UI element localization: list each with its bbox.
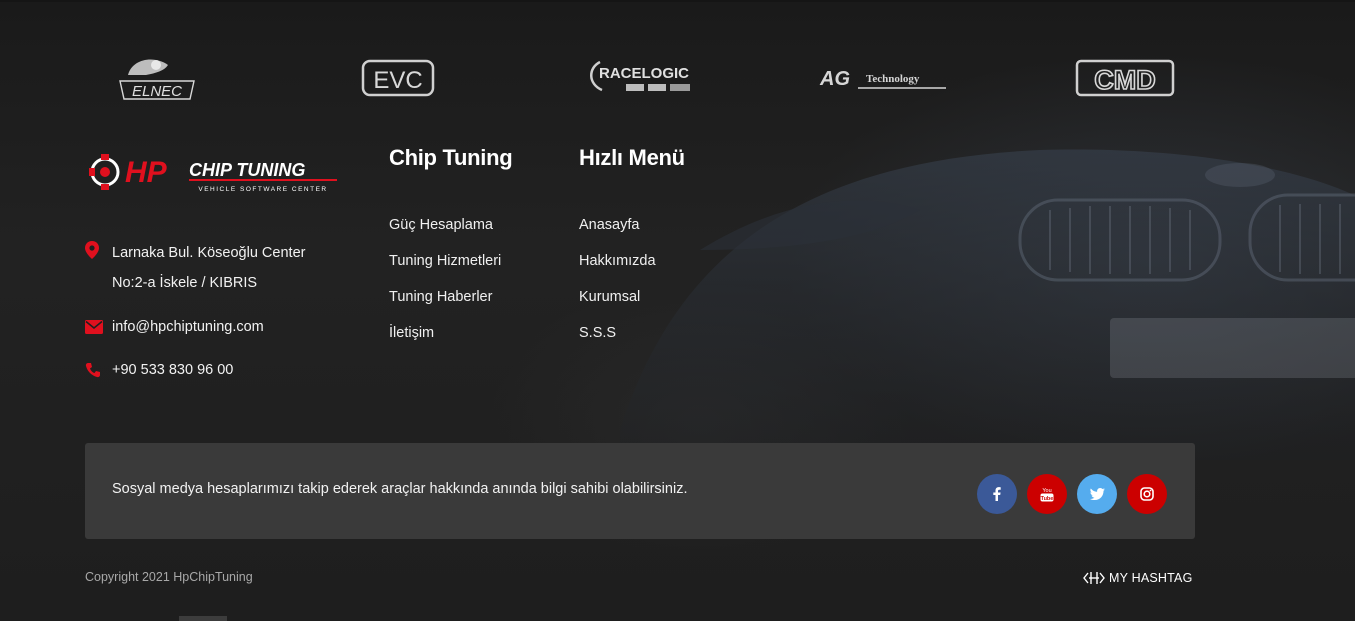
social-media-bar: Sosyal medya hesaplarımızı takip ederek … [85,443,1195,539]
facebook-button[interactable] [977,474,1017,514]
svg-text:EVC: EVC [373,67,422,94]
menu-item-hakkimizda[interactable]: Hakkımızda [579,251,685,287]
phone-icon [85,355,112,385]
chip-tuning-title: Chip Tuning [389,145,513,170]
menu-item-sss[interactable]: S.S.S [579,323,685,359]
chip-tuning-menu: Chip Tuning Güç Hesaplama Tuning Hizmetl… [389,145,513,359]
scroll-indicator[interactable] [179,616,227,621]
quick-menu-title: Hızlı Menü [579,145,685,170]
myhashtag-logo-icon [1083,572,1105,584]
svg-text:ELNEC: ELNEC [132,83,182,100]
menu-item-iletisim[interactable]: İletişim [389,323,512,359]
svg-text:CMD: CMD [1094,65,1156,95]
car-background-image [620,149,1355,460]
svg-text:Technology: Technology [866,73,920,85]
svg-text:RACELOGIC: RACELOGIC [599,65,689,82]
copyright-text: Copyright 2021 HpChipTuning [85,570,253,584]
svg-text:HP: HP [125,156,168,189]
contact-phone[interactable]: +90 533 830 96 00 [85,355,365,385]
top-divider [0,0,1355,2]
menu-item-anasayfa[interactable]: Anasayfa [579,215,685,251]
brand-cmd-logo[interactable]: CMD [1055,50,1195,106]
brand-evc-logo[interactable]: EVC [328,50,468,106]
myhashtag-text: MY HASHTAG [1109,571,1193,585]
brand-racelogic-logo[interactable]: RACELOGIC [570,50,710,106]
hp-chip-tuning-logo[interactable]: HP CHIP TUNING VEHICLE SOFTWARE CENTER [85,148,355,196]
gear-emblem-icon [89,154,120,190]
svg-text:VEHICLE SOFTWARE CENTER: VEHICLE SOFTWARE CENTER [198,186,327,193]
partner-brands: ELNEC EVC RACELOGIC AG Technology CMD [85,50,1195,106]
svg-text:CHIP TUNING: CHIP TUNING [189,160,305,180]
phone-link[interactable]: +90 533 830 96 00 [112,355,233,385]
social-icons: You Tube [977,474,1167,514]
youtube-button[interactable]: You Tube [1027,474,1067,514]
menu-item-tuning-hizmetleri[interactable]: Tuning Hizmetleri [389,251,512,287]
contact-email[interactable]: info@hpchiptuning.com [85,312,365,342]
contact-address: Larnaka Bul. Köseoğlu Center No:2-a İske… [85,238,365,298]
twitter-icon [1089,488,1105,500]
myhashtag-agency-logo[interactable]: MY HASHTAG [1083,571,1193,585]
instagram-icon [1140,487,1154,501]
mail-icon [85,312,112,342]
address-line-1: Larnaka Bul. Köseoğlu Center [112,245,306,261]
youtube-icon: You Tube [1040,488,1054,502]
address-line-2: No:2-a İskele / KIBRIS [112,275,258,291]
brand-ag-technology-logo[interactable]: AG Technology [813,50,953,106]
email-link[interactable]: info@hpchiptuning.com [112,312,264,342]
svg-text:AG: AG [819,68,850,90]
svg-text:Tube: Tube [1041,496,1054,502]
quick-menu: Hızlı Menü Anasayfa Hakkımızda Kurumsal … [579,145,685,359]
menu-item-kurumsal[interactable]: Kurumsal [579,287,685,323]
social-media-text: Sosyal medya hesaplarımızı takip ederek … [112,481,688,497]
menu-item-tuning-haberler[interactable]: Tuning Haberler [389,287,512,323]
instagram-button[interactable] [1127,474,1167,514]
menu-item-guc-hesaplama[interactable]: Güç Hesaplama [389,215,512,251]
svg-text:You: You [1042,488,1051,494]
facebook-icon [993,487,1001,501]
twitter-button[interactable] [1077,474,1117,514]
location-pin-icon [85,238,112,298]
brand-elnec-logo[interactable]: ELNEC [85,50,225,106]
